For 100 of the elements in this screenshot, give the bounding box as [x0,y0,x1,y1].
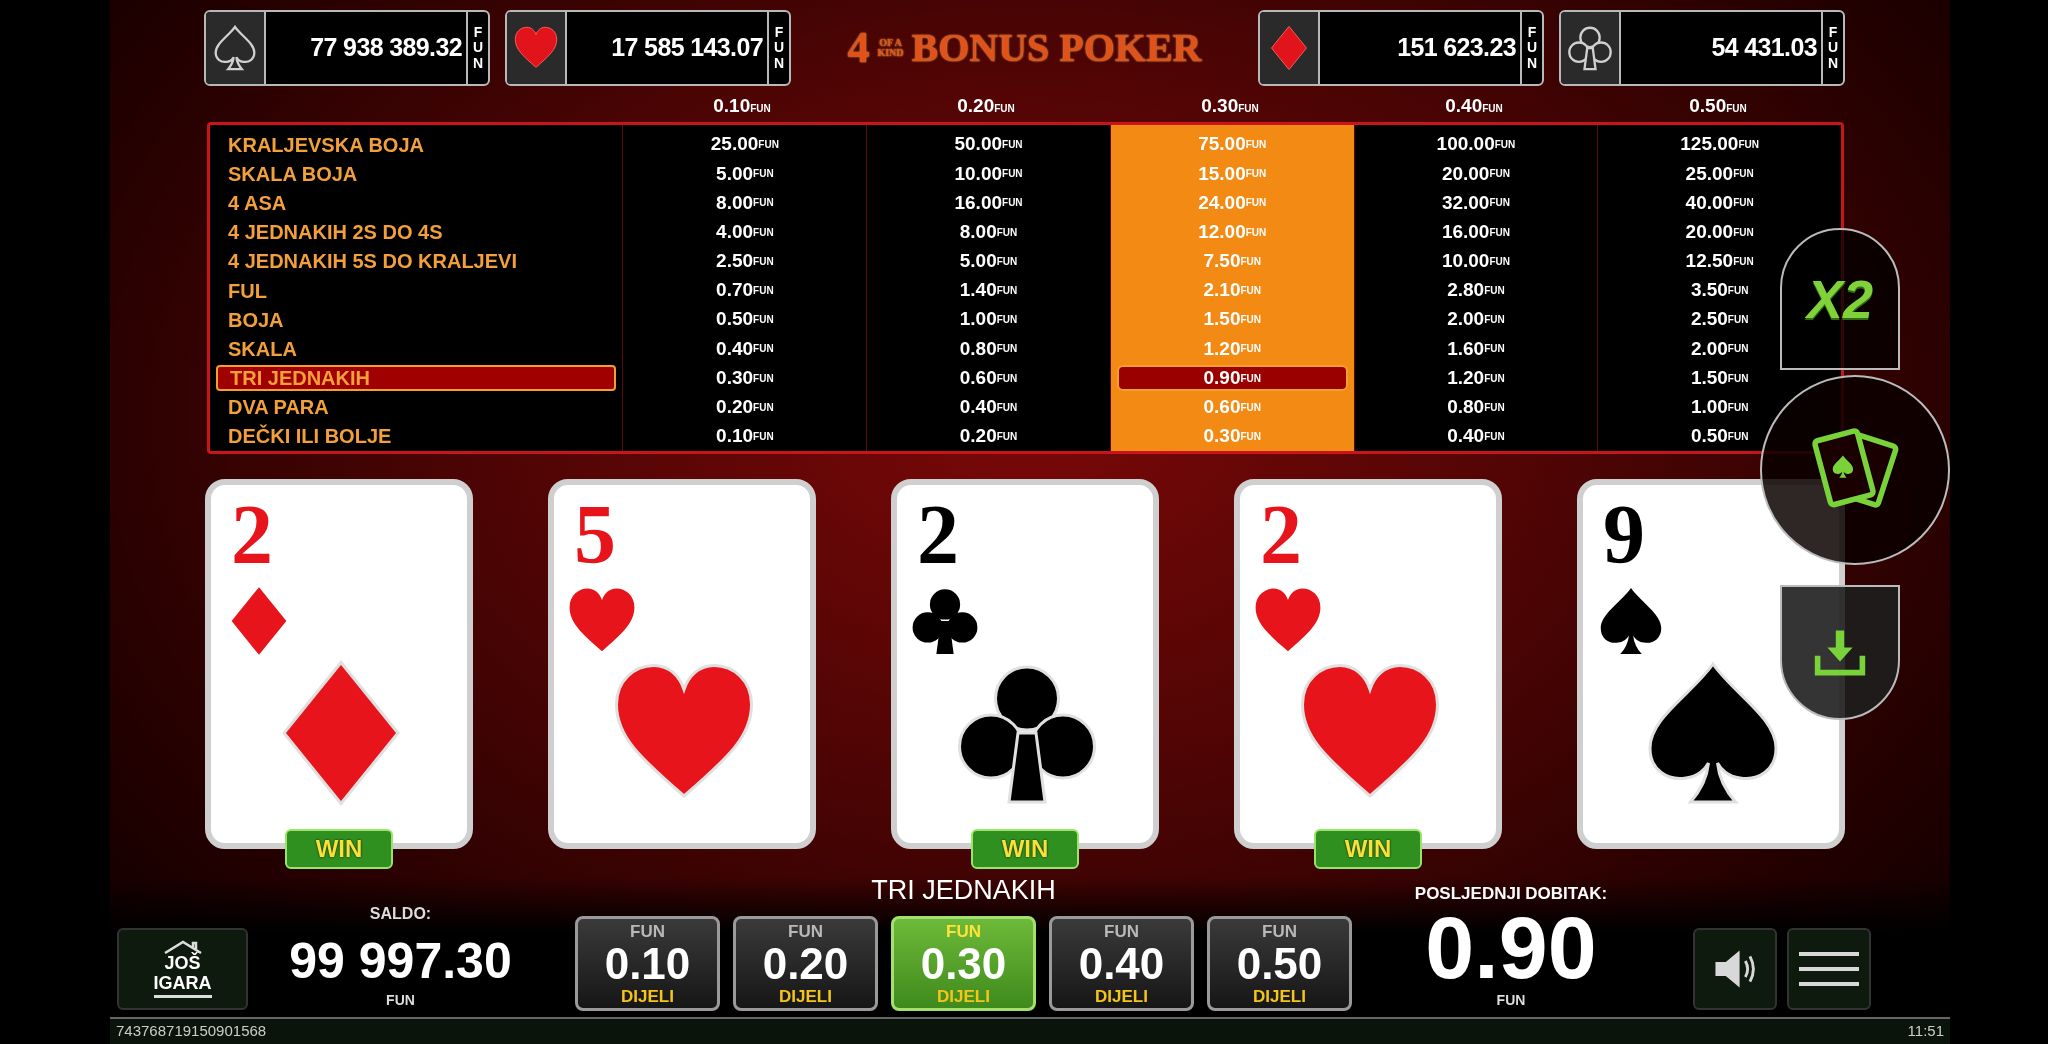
menu-icon [1798,949,1860,989]
win-badge: WIN [285,829,393,869]
payout-cell-text: 25.00FUN [709,132,780,157]
payout-cell-text: 0.50FUN [715,307,775,332]
bet-column-header: 0.20FUN [957,93,1015,118]
payout-cell-text: 10.00FUN [953,161,1024,186]
payout-cell-text: 2.10FUN [1202,278,1262,303]
hand-name: KRALJEVSKA BOJA [227,132,425,158]
payout-cell-text: 20.00FUN [1684,219,1755,244]
payout-cell-text: 12.50FUN [1684,249,1755,274]
card-rank: 2 [231,493,273,577]
payout-cell-text: 125.00FUN [1679,132,1760,157]
payout-cell-text: 0.30FUN [1202,424,1262,449]
payout-cell-text: 5.00FUN [958,249,1019,274]
win-badge: WIN [1314,829,1422,869]
payout-cell: 0.90FUN [1116,365,1348,392]
logo-subtitle: OF A KIND [876,37,905,59]
payout-cell-text: 1.60FUN [1446,336,1506,361]
hand-name: 4 JEDNAKIH 5S DO KRALJEVI [227,249,518,275]
speaker-icon [1712,948,1758,990]
payout-cell-text: 15.00FUN [1197,161,1268,186]
payout-cell-text: 12.00FUN [1197,219,1268,244]
payout-cell-text: 1.50FUN [1202,307,1262,332]
payout-cell-text: 100.00FUN [1435,132,1517,157]
payout-cell-text: 2.00FUN [1689,336,1750,361]
payout-cell-text: 0.20FUN [715,395,775,420]
session-id: 743768719150901568 [116,1021,267,1042]
payout-cell-text: 1.50FUN [1689,365,1750,390]
payout-cell-text: 1.20FUN [1446,365,1506,390]
jackpot-amount: 17 585 143.07 [611,32,763,64]
win-badge: WIN [971,829,1079,869]
jackpot-amount: 77 938 389.32 [310,32,462,64]
payout-cell-text: 0.50FUN [1689,424,1750,449]
hand-name: SKALA [227,336,298,362]
hand-name: 4 ASA [227,190,288,216]
payout-cell-text: 8.00FUN [715,190,775,215]
hand-name: DVA PARA [227,395,330,421]
payout-cell-text: 2.80FUN [1446,278,1506,303]
payout-cell-text: 1.00FUN [1689,395,1750,420]
payout-cell-text: 0.80FUN [958,336,1019,361]
payout-cell-text: 0.70FUN [715,278,775,303]
payout-cell-text: 0.30FUN [715,365,775,390]
payout-cell-text: 0.20FUN [958,424,1019,449]
payout-cell-text: 16.00FUN [1440,219,1511,244]
payout-cell-text: 0.40FUN [715,336,775,361]
last-win-amount: 0.90 [1425,906,1597,990]
payout-cell-text: 20.00FUN [1440,161,1511,186]
bet-button[interactable]: FUN 0.50 DIJELI [1207,916,1352,1011]
hand-name: SKALA BOJA [227,161,359,187]
payout-cell-text: 1.40FUN [958,278,1019,303]
bet-column-header: 0.40FUN [1445,93,1503,118]
jackpot-amount: 151 623.23 [1397,32,1516,64]
payout-cell-text: 0.60FUN [958,365,1019,390]
card-rank: 5 [574,493,616,577]
payout-cell-text: 25.00FUN [1684,161,1755,186]
jackpot-unit: FUN [1525,24,1539,72]
payout-cell-text: 2.00FUN [1446,307,1506,332]
card-rank: 2 [1260,493,1302,577]
bet-column-header: 0.30FUN [1201,93,1259,118]
payout-cell-text: 40.00FUN [1684,190,1755,215]
double-button[interactable]: X2 [1780,228,1900,370]
payout-cell-text: 50.00FUN [953,132,1024,157]
payout-cell-text: 5.00FUN [715,161,775,186]
payout-cell-text: 2.50FUN [1689,307,1750,332]
balance-unit: FUN [386,991,415,1010]
payout-cell-text: 0.80FUN [1446,395,1506,420]
payout-cell-text: 0.10FUN [715,424,775,449]
bet-column-header: 0.10FUN [713,93,771,118]
sound-button[interactable] [1693,928,1777,1010]
payout-cell-text: 32.00FUN [1440,190,1511,215]
collect-button[interactable] [1780,585,1900,720]
payout-cell-text: 0.40FUN [1446,424,1506,449]
balance-amount: 99 997.30 [289,936,512,986]
card-rank: 2 [917,493,959,577]
spade-icon [212,23,258,73]
jackpot-unit: FUN [772,24,786,72]
payout-cell-text: 75.00FUN [1197,132,1268,157]
menu-button[interactable] [1787,928,1871,1010]
payout-cell-text: 1.00FUN [958,307,1019,332]
result-text: TRI JEDNAKIH [871,873,1056,907]
hand-name: 4 JEDNAKIH 2S DO 4S [227,220,444,246]
payout-cell-text: 24.00FUN [1197,190,1268,215]
payout-cell-text: 0.40FUN [958,395,1019,420]
more-games-button[interactable]: JOŠ IGARA [117,928,248,1010]
logo-title: BONUS POKER [911,28,1202,68]
bet-button[interactable]: FUN 0.40 DIJELI [1049,916,1194,1011]
bet-button[interactable]: FUN 0.20 DIJELI [733,916,878,1011]
clock-time: 11:51 [1907,1021,1944,1042]
playing-card[interactable]: 5 [548,479,816,849]
payout-cell-text: 1.20FUN [1202,336,1262,361]
bet-column-header: 0.50FUN [1689,93,1747,118]
card-rank: 9 [1603,493,1645,577]
payout-cell-text: 8.00FUN [958,219,1019,244]
balance-label: SALDO: [369,904,432,924]
hand-name: TRI JEDNAKIH [216,365,617,392]
jackpot-unit: FUN [471,24,485,72]
payout-cell-text: 0.60FUN [1202,395,1262,420]
hand-name: BOJA [227,307,285,333]
bet-button[interactable]: FUN 0.10 DIJELI [575,916,720,1011]
jackpot-amount: 54 431.03 [1711,32,1817,64]
